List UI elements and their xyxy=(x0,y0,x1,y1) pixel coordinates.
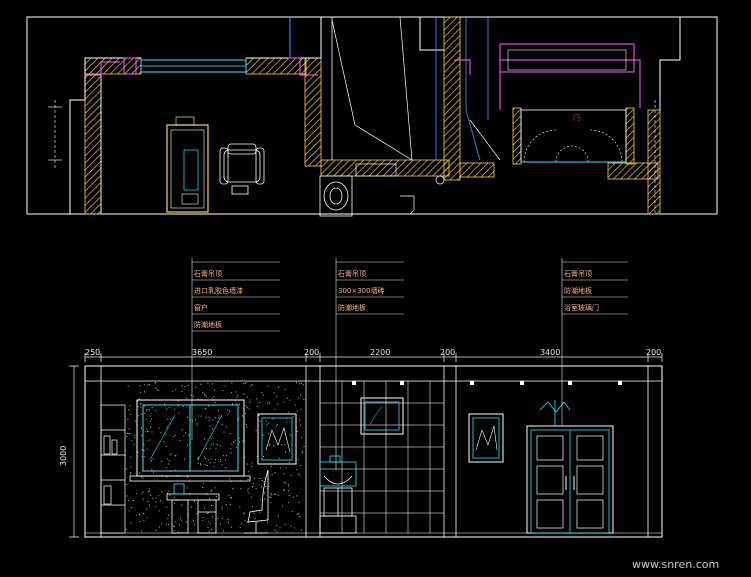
plan-drain xyxy=(435,175,445,185)
door-swing-right xyxy=(589,129,623,163)
callout-left-3: 防潮地板 xyxy=(194,320,222,329)
elev-bookshelf xyxy=(100,404,126,534)
dim-height: 3000 xyxy=(59,446,68,466)
corridor-wall-hatch xyxy=(459,162,495,178)
callout-left-0: 石膏吊顶 xyxy=(194,269,222,278)
dim-2: 200 xyxy=(304,348,319,357)
callout-left-1: 进口乳胶色墙漆 xyxy=(194,286,243,295)
dim-5: 3400 xyxy=(540,348,560,357)
dim-3: 2200 xyxy=(370,348,390,357)
right-column-hatch xyxy=(625,107,635,165)
cad-drawing-canvas: 门 250 3650 200 2200 200 3400 200 3000 石膏… xyxy=(26,16,719,571)
plan-toilet xyxy=(319,175,353,217)
left-wall-hatch xyxy=(84,74,102,215)
left-wall-outline xyxy=(69,57,141,214)
callout-right-0: 石膏吊顶 xyxy=(564,269,592,278)
right-room-magenta xyxy=(499,59,641,110)
door-swing-left xyxy=(523,129,557,163)
center-top-wall-hatch xyxy=(245,57,307,75)
plan-door-mark: 门 xyxy=(573,113,580,122)
callout-middle-1: 300×300墙砖 xyxy=(338,286,385,295)
plan-cabinet-panel xyxy=(175,116,195,126)
dim-1: 3650 xyxy=(192,348,212,357)
tile-wall xyxy=(320,381,444,533)
callout-right-1: 防潮地板 xyxy=(564,286,592,295)
plan-armchair xyxy=(219,143,265,195)
top-notch-outline xyxy=(410,16,444,51)
callout-left-2: 窗户 xyxy=(194,303,208,312)
dim-4: 200 xyxy=(440,348,455,357)
callout-middle-0: 石膏吊顶 xyxy=(338,269,366,278)
room-right-wall-hatch xyxy=(304,57,322,167)
right-plan-outline xyxy=(659,17,681,110)
elev-glass-door xyxy=(526,425,614,534)
plan-corner-fixture xyxy=(400,195,415,215)
plan-frame xyxy=(26,16,718,215)
center-wall-outline xyxy=(246,17,322,59)
left-top-wall-hatch xyxy=(84,57,142,75)
dim-6: 200 xyxy=(646,348,661,357)
watermark: www.snren.com xyxy=(632,558,719,571)
bath-right-wall-hatch xyxy=(443,16,461,181)
shaft-diagonal xyxy=(331,19,413,161)
far-right-wall-hatch xyxy=(647,109,661,215)
floor-plan: 门 xyxy=(26,16,718,217)
elev-picture-right xyxy=(468,413,504,463)
door-swing-inner xyxy=(555,145,589,163)
elev-ceiling-light xyxy=(539,400,571,426)
elevation: 250 3650 200 2200 200 3400 200 3000 石膏吊顶… xyxy=(59,258,663,538)
mid-column-hatch xyxy=(512,107,522,165)
dim-0: 250 xyxy=(85,348,100,357)
right-room-header xyxy=(499,43,635,73)
plan-cabinet xyxy=(166,124,209,213)
shaft-diagonal-2 xyxy=(399,16,413,161)
plan-cabinet-tv xyxy=(183,149,199,191)
plan-cabinet-inner xyxy=(170,129,205,209)
callout-middle-2: 防潮地板 xyxy=(338,303,366,312)
pipe-b xyxy=(465,17,481,161)
callout-right-2: 浴室玻璃门 xyxy=(564,303,599,312)
bath-left-wall-hatch xyxy=(320,159,450,177)
plan-cabinet-base xyxy=(181,193,199,205)
